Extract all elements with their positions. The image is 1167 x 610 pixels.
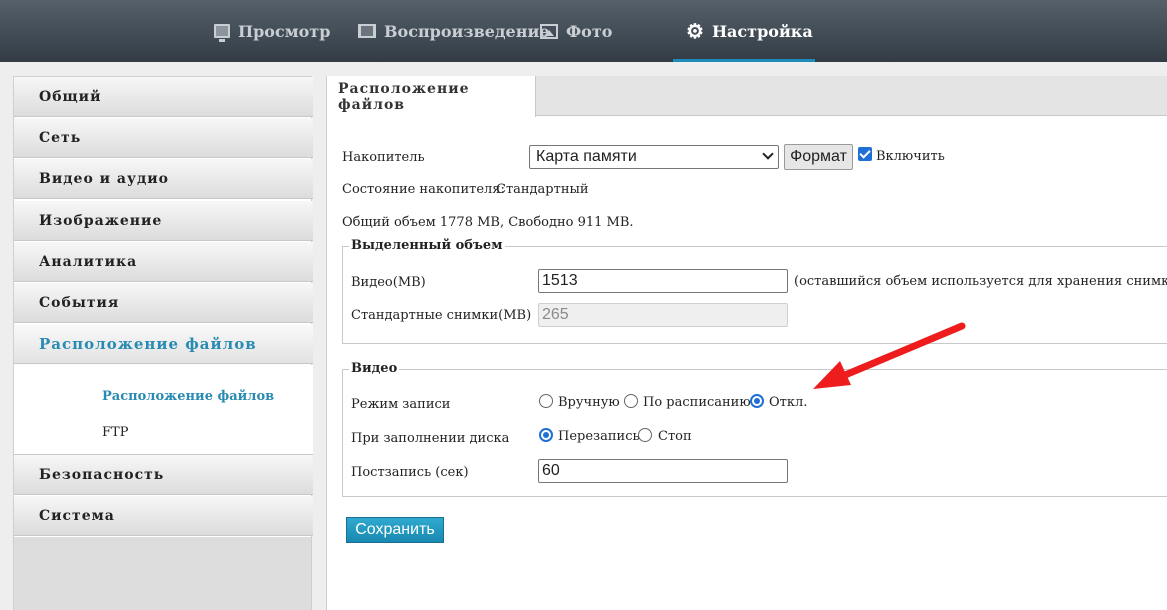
main-panel: Расположение файлов Накопитель Карта пам… — [326, 76, 1167, 610]
disk-full-overwrite-radio[interactable] — [539, 428, 553, 442]
sidebar-item-image[interactable]: Изображение — [14, 201, 313, 241]
sidebar-item-analytics[interactable]: Аналитика — [14, 242, 313, 282]
sidebar-item-label: Видео и аудио — [39, 170, 170, 187]
tab-file-location[interactable]: Расположение файлов — [327, 76, 536, 117]
disk-full-stop-radio[interactable] — [638, 428, 652, 442]
allocated-volume-group — [342, 246, 1167, 344]
sidebar-item-label: События — [39, 294, 120, 311]
video-volume-input[interactable]: 1513 — [538, 269, 788, 293]
storage-status-label: Состояние накопителя: — [342, 182, 505, 197]
snapshots-volume-input: 265 — [538, 303, 788, 327]
sidebar-item-events[interactable]: События — [14, 283, 313, 323]
monitor-icon — [214, 24, 230, 42]
disk-full-stop-label: Стоп — [658, 429, 692, 444]
nav-tab-label: Настройка — [711, 21, 813, 41]
record-mode-manual-radio[interactable] — [539, 394, 553, 408]
capacity-text: Общий объем 1778 MB, Свободно 911 MB. — [342, 215, 634, 230]
sidebar-submenu: Расположение файлов FTP — [14, 365, 313, 455]
sidebar-empty-area — [14, 537, 311, 610]
gear-icon: ⚙ — [686, 19, 704, 43]
nav-tab-live-view[interactable]: Просмотр — [214, 0, 330, 62]
video-volume-note: (оставшийся объем используется для хране… — [794, 274, 1167, 289]
nav-tab-playback[interactable]: Воспроизведение — [358, 0, 549, 62]
record-mode-schedule-label: По расписанию — [643, 395, 751, 410]
sidebar-item-label: Сеть — [39, 129, 82, 146]
record-mode-label: Режим записи — [351, 397, 451, 412]
top-navigation-bar: Просмотр Воспроизведение Фото ⚙ Настройк… — [0, 0, 1167, 62]
sidebar-item-label: Система — [39, 507, 115, 524]
nav-tab-label: Фото — [566, 21, 613, 41]
sidebar-item-network[interactable]: Сеть — [14, 118, 313, 158]
nav-tab-label: Воспроизведение — [384, 21, 550, 41]
film-icon — [358, 24, 376, 38]
video-volume-label: Видео(MB) — [351, 275, 426, 290]
disk-full-label: При заполнении диска — [351, 431, 510, 446]
sidebar-item-label: Аналитика — [39, 253, 138, 270]
submenu-item-file-location[interactable]: Расположение файлов — [102, 389, 274, 404]
storage-select[interactable]: Карта памяти — [529, 145, 779, 169]
sidebar-item-label: Расположение файлов — [39, 334, 257, 353]
allocated-volume-legend: Выделенный объем — [349, 238, 505, 253]
active-tab-underline — [673, 59, 815, 62]
storage-select-value: Карта памяти — [536, 148, 637, 165]
storage-status-value: Стандартный — [496, 182, 589, 197]
storage-label: Накопитель — [342, 150, 425, 165]
post-record-input[interactable]: 60 — [538, 459, 788, 483]
snapshots-volume-label: Стандартные снимки(MB) — [351, 308, 532, 323]
record-mode-off-radio[interactable] — [750, 394, 764, 408]
record-mode-off-label: Откл. — [769, 395, 808, 410]
record-mode-schedule-radio[interactable] — [624, 394, 638, 408]
save-button[interactable]: Сохранить — [346, 517, 444, 543]
enable-checkbox[interactable] — [858, 147, 872, 161]
chevron-down-icon — [762, 148, 774, 160]
video-settings-legend: Видео — [349, 361, 400, 376]
tab-strip: Расположение файлов — [327, 76, 1167, 117]
settings-sidebar: Общий Сеть Видео и аудио Изображение Ана… — [13, 76, 313, 610]
nav-tab-label: Просмотр — [238, 21, 331, 41]
sidebar-item-video-audio[interactable]: Видео и аудио — [14, 159, 313, 199]
sidebar-item-label: Общий — [39, 88, 102, 105]
enable-label: Включить — [876, 149, 945, 164]
sidebar-item-label: Изображение — [39, 212, 163, 229]
nav-tab-photo[interactable]: Фото — [540, 0, 612, 62]
sidebar-item-security[interactable]: Безопасность — [14, 455, 313, 495]
nav-tab-settings[interactable]: ⚙ Настройка — [686, 0, 813, 62]
sidebar-item-label: Безопасность — [39, 466, 165, 483]
photo-icon — [540, 23, 558, 39]
post-record-label: Постзапись (сек) — [351, 465, 469, 480]
sidebar-item-general[interactable]: Общий — [14, 77, 313, 117]
submenu-item-ftp[interactable]: FTP — [102, 425, 128, 440]
sidebar-item-file-location[interactable]: Расположение файлов — [14, 324, 313, 364]
disk-full-overwrite-label: Перезапись — [558, 429, 640, 444]
record-mode-manual-label: Вручную — [558, 395, 620, 410]
sidebar-item-system[interactable]: Система — [14, 496, 313, 536]
format-button[interactable]: Формат — [784, 144, 853, 170]
